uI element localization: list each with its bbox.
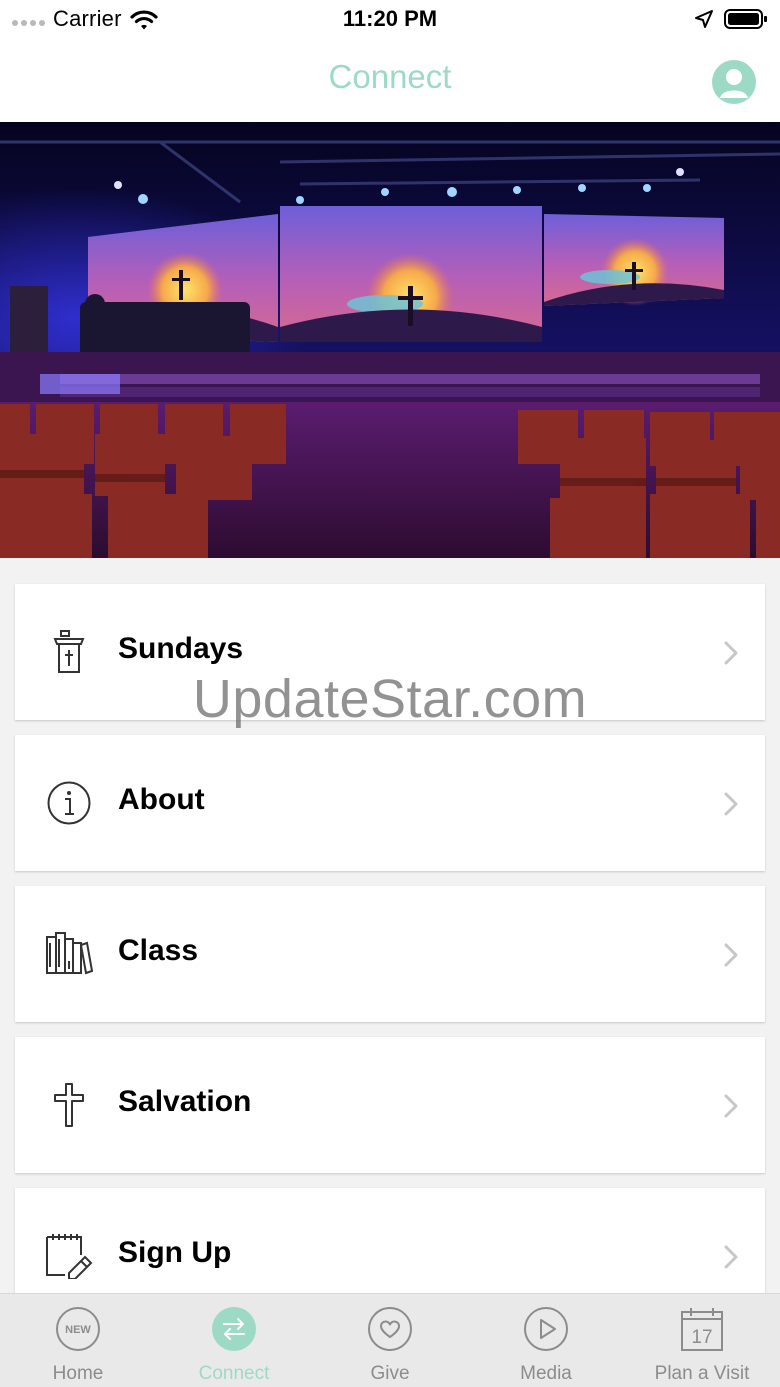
status-bar: Carrier 11:20 PM — [0, 0, 780, 40]
chevron-right-icon — [724, 943, 738, 967]
connect-menu-list: Sundays About Class Salvation Sign Up — [15, 584, 765, 1339]
location-arrow-icon — [695, 10, 713, 28]
tab-give[interactable]: Give — [312, 1294, 468, 1387]
notepad-pencil-icon — [46, 1234, 93, 1279]
info-icon — [47, 781, 91, 825]
new-badge-icon: NEW — [56, 1307, 100, 1351]
exchange-arrows-icon — [212, 1307, 256, 1351]
tab-label: Home — [52, 1363, 104, 1384]
chevron-right-icon — [724, 1094, 738, 1118]
tab-label: Plan a Visit — [654, 1363, 750, 1384]
battery-icon — [724, 9, 767, 29]
heart-icon — [368, 1307, 412, 1351]
list-item-label: Class — [118, 934, 199, 967]
page-title: Connect — [328, 58, 452, 95]
play-icon — [524, 1307, 568, 1351]
tab-home[interactable]: NEW Home — [0, 1294, 156, 1387]
status-time: 11:20 PM — [342, 6, 438, 31]
tab-plan-a-visit[interactable]: 17 Plan a Visit — [624, 1294, 780, 1387]
list-item-label: About — [118, 783, 205, 816]
list-item-sundays[interactable]: Sundays — [15, 584, 765, 720]
navigation-bar: Connect — [0, 40, 780, 122]
tab-bar: NEW Home Connect Give Media 17 Plan a Vi… — [0, 1293, 780, 1387]
list-item-label: Sundays — [118, 632, 244, 665]
chevron-right-icon — [724, 1245, 738, 1269]
chevron-right-icon — [724, 792, 738, 816]
pulpit-icon — [53, 630, 85, 673]
tab-label: Give — [370, 1363, 410, 1384]
tab-media[interactable]: Media — [468, 1294, 624, 1387]
list-item-label: Salvation — [118, 1085, 252, 1118]
calendar-icon: 17 — [681, 1308, 723, 1351]
profile-button[interactable] — [712, 60, 756, 104]
hero-image — [0, 122, 780, 558]
tab-label: Connect — [198, 1363, 270, 1384]
books-icon — [46, 932, 93, 975]
tab-label: Media — [520, 1363, 572, 1384]
list-item-label: Sign Up — [118, 1236, 232, 1269]
user-avatar-icon — [720, 69, 748, 98]
list-item-about[interactable]: About — [15, 735, 765, 871]
tab-connect[interactable]: Connect — [156, 1294, 312, 1387]
calendar-day-text: 17 — [691, 1327, 712, 1348]
cross-icon — [54, 1083, 84, 1127]
list-item-salvation[interactable]: Salvation — [15, 1037, 765, 1173]
new-badge-text: NEW — [65, 1324, 91, 1336]
list-item-class[interactable]: Class — [15, 886, 765, 1022]
chevron-right-icon — [724, 641, 738, 665]
